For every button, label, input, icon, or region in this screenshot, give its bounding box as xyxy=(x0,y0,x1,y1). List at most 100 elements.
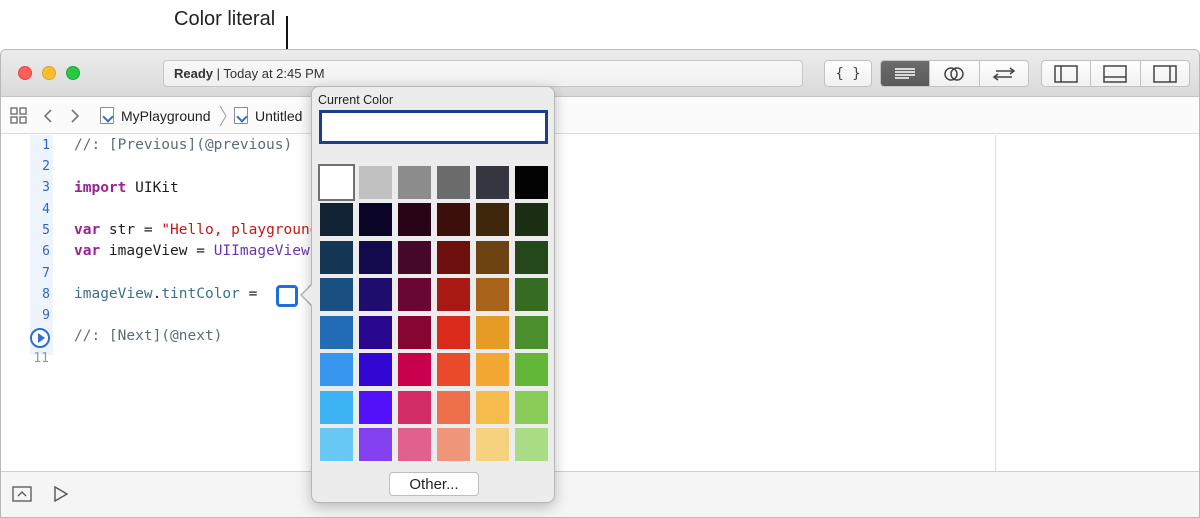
color-swatch[interactable] xyxy=(318,164,355,201)
run-playground-button[interactable] xyxy=(53,485,69,507)
color-swatch[interactable] xyxy=(437,278,470,311)
code-text: imageView = xyxy=(100,243,214,259)
color-swatch[interactable] xyxy=(398,316,431,349)
color-swatch[interactable] xyxy=(476,166,509,199)
line-number: 4 xyxy=(42,202,50,217)
current-color-well xyxy=(319,110,548,144)
other-color-button[interactable]: Other... xyxy=(389,472,479,496)
color-literal-swatch[interactable] xyxy=(276,285,298,307)
code-snippet-button[interactable]: { } xyxy=(824,60,872,87)
color-swatch[interactable] xyxy=(359,203,392,236)
color-swatch[interactable] xyxy=(437,203,470,236)
related-items-button[interactable] xyxy=(10,97,27,134)
color-swatch[interactable] xyxy=(359,428,392,461)
results-sidebar xyxy=(995,135,1199,471)
color-swatch[interactable] xyxy=(437,316,470,349)
color-swatch[interactable] xyxy=(515,203,548,236)
status-separator: | xyxy=(213,66,224,81)
color-swatch[interactable] xyxy=(359,353,392,386)
color-swatch[interactable] xyxy=(320,316,353,349)
playground-window: Ready | Today at 2:45 PM { } MyPlaygroun… xyxy=(0,49,1200,518)
color-swatch[interactable] xyxy=(359,166,392,199)
color-swatch[interactable] xyxy=(359,316,392,349)
line-number: 7 xyxy=(42,266,50,281)
status-time: Today at 2:45 PM xyxy=(223,66,325,81)
hide-debug-area-button[interactable] xyxy=(12,486,32,507)
debug-area-icon xyxy=(12,486,32,502)
color-swatch[interactable] xyxy=(320,353,353,386)
code-line-10: //: [Next](@next) xyxy=(74,328,222,344)
color-swatch[interactable] xyxy=(320,278,353,311)
toolbar: Ready | Today at 2:45 PM { } xyxy=(1,50,1199,97)
color-swatch[interactable] xyxy=(515,316,548,349)
color-swatch[interactable] xyxy=(476,278,509,311)
forward-button[interactable] xyxy=(69,97,81,134)
minimize-window-button[interactable] xyxy=(42,66,56,80)
run-to-line-button[interactable] xyxy=(30,328,50,348)
toggle-utilities-button[interactable] xyxy=(1139,61,1189,86)
debug-panel-icon xyxy=(1103,64,1128,83)
assistant-editor-button[interactable] xyxy=(929,61,978,86)
zoom-window-button[interactable] xyxy=(66,66,80,80)
color-swatch[interactable] xyxy=(476,391,509,424)
panel-visibility-segmented-control xyxy=(1041,60,1190,87)
code-line-6: var imageView = UIImageView() xyxy=(74,243,327,259)
color-swatch[interactable] xyxy=(476,428,509,461)
assistant-editor-icon xyxy=(944,66,965,81)
color-swatch[interactable] xyxy=(476,203,509,236)
version-editor-button[interactable] xyxy=(978,61,1028,86)
color-swatch[interactable] xyxy=(398,241,431,274)
close-window-button[interactable] xyxy=(18,66,32,80)
line-number: 11 xyxy=(33,351,49,366)
toggle-debug-area-button[interactable] xyxy=(1090,61,1139,86)
navigator-panel-icon xyxy=(1054,64,1078,83)
code-comment: //: [Previous](@previous) xyxy=(74,137,293,153)
color-swatch[interactable] xyxy=(476,241,509,274)
line-number: 9 xyxy=(42,308,50,323)
code-text: UIKit xyxy=(126,180,179,196)
color-swatch[interactable] xyxy=(398,391,431,424)
color-swatch[interactable] xyxy=(437,391,470,424)
color-picker-popover: Current Color Other... xyxy=(311,86,555,503)
color-swatch[interactable] xyxy=(398,203,431,236)
color-swatch[interactable] xyxy=(359,278,392,311)
code-property: tintColor xyxy=(161,286,240,302)
code-operator: = xyxy=(239,286,267,302)
line-number: 8 xyxy=(42,287,50,302)
color-swatch[interactable] xyxy=(398,428,431,461)
chevron-right-icon xyxy=(71,108,80,123)
code-line-1: //: [Previous](@previous) xyxy=(74,137,292,153)
activity-status-bar: Ready | Today at 2:45 PM xyxy=(163,60,803,87)
color-swatch[interactable] xyxy=(515,428,548,461)
code-line-5: var str = "Hello, playground" xyxy=(74,222,327,238)
color-swatch[interactable] xyxy=(515,241,548,274)
color-swatch[interactable] xyxy=(437,166,470,199)
toggle-navigator-button[interactable] xyxy=(1042,61,1090,86)
color-swatch[interactable] xyxy=(437,241,470,274)
color-swatch[interactable] xyxy=(398,278,431,311)
color-swatch[interactable] xyxy=(398,353,431,386)
color-swatch[interactable] xyxy=(398,166,431,199)
playground-file-icon xyxy=(100,107,114,124)
color-swatch[interactable] xyxy=(476,316,509,349)
breadcrumb-chevron-icon xyxy=(219,105,227,126)
color-swatch[interactable] xyxy=(515,353,548,386)
color-swatch[interactable] xyxy=(359,391,392,424)
color-swatch[interactable] xyxy=(515,278,548,311)
color-swatch[interactable] xyxy=(437,353,470,386)
code-identifier: imageView xyxy=(74,286,153,302)
color-swatch[interactable] xyxy=(515,166,548,199)
color-swatch[interactable] xyxy=(320,241,353,274)
standard-editor-button[interactable] xyxy=(881,61,930,86)
color-swatch[interactable] xyxy=(476,353,509,386)
color-swatch[interactable] xyxy=(320,428,353,461)
color-swatch[interactable] xyxy=(320,391,353,424)
code-keyword: import xyxy=(74,180,127,196)
color-swatch[interactable] xyxy=(515,391,548,424)
breadcrumb-page[interactable]: Untitled xyxy=(234,97,302,134)
color-swatch[interactable] xyxy=(359,241,392,274)
color-swatch[interactable] xyxy=(437,428,470,461)
back-button[interactable] xyxy=(42,97,54,134)
breadcrumb-playground[interactable]: MyPlayground xyxy=(100,97,211,134)
color-swatch[interactable] xyxy=(320,203,353,236)
